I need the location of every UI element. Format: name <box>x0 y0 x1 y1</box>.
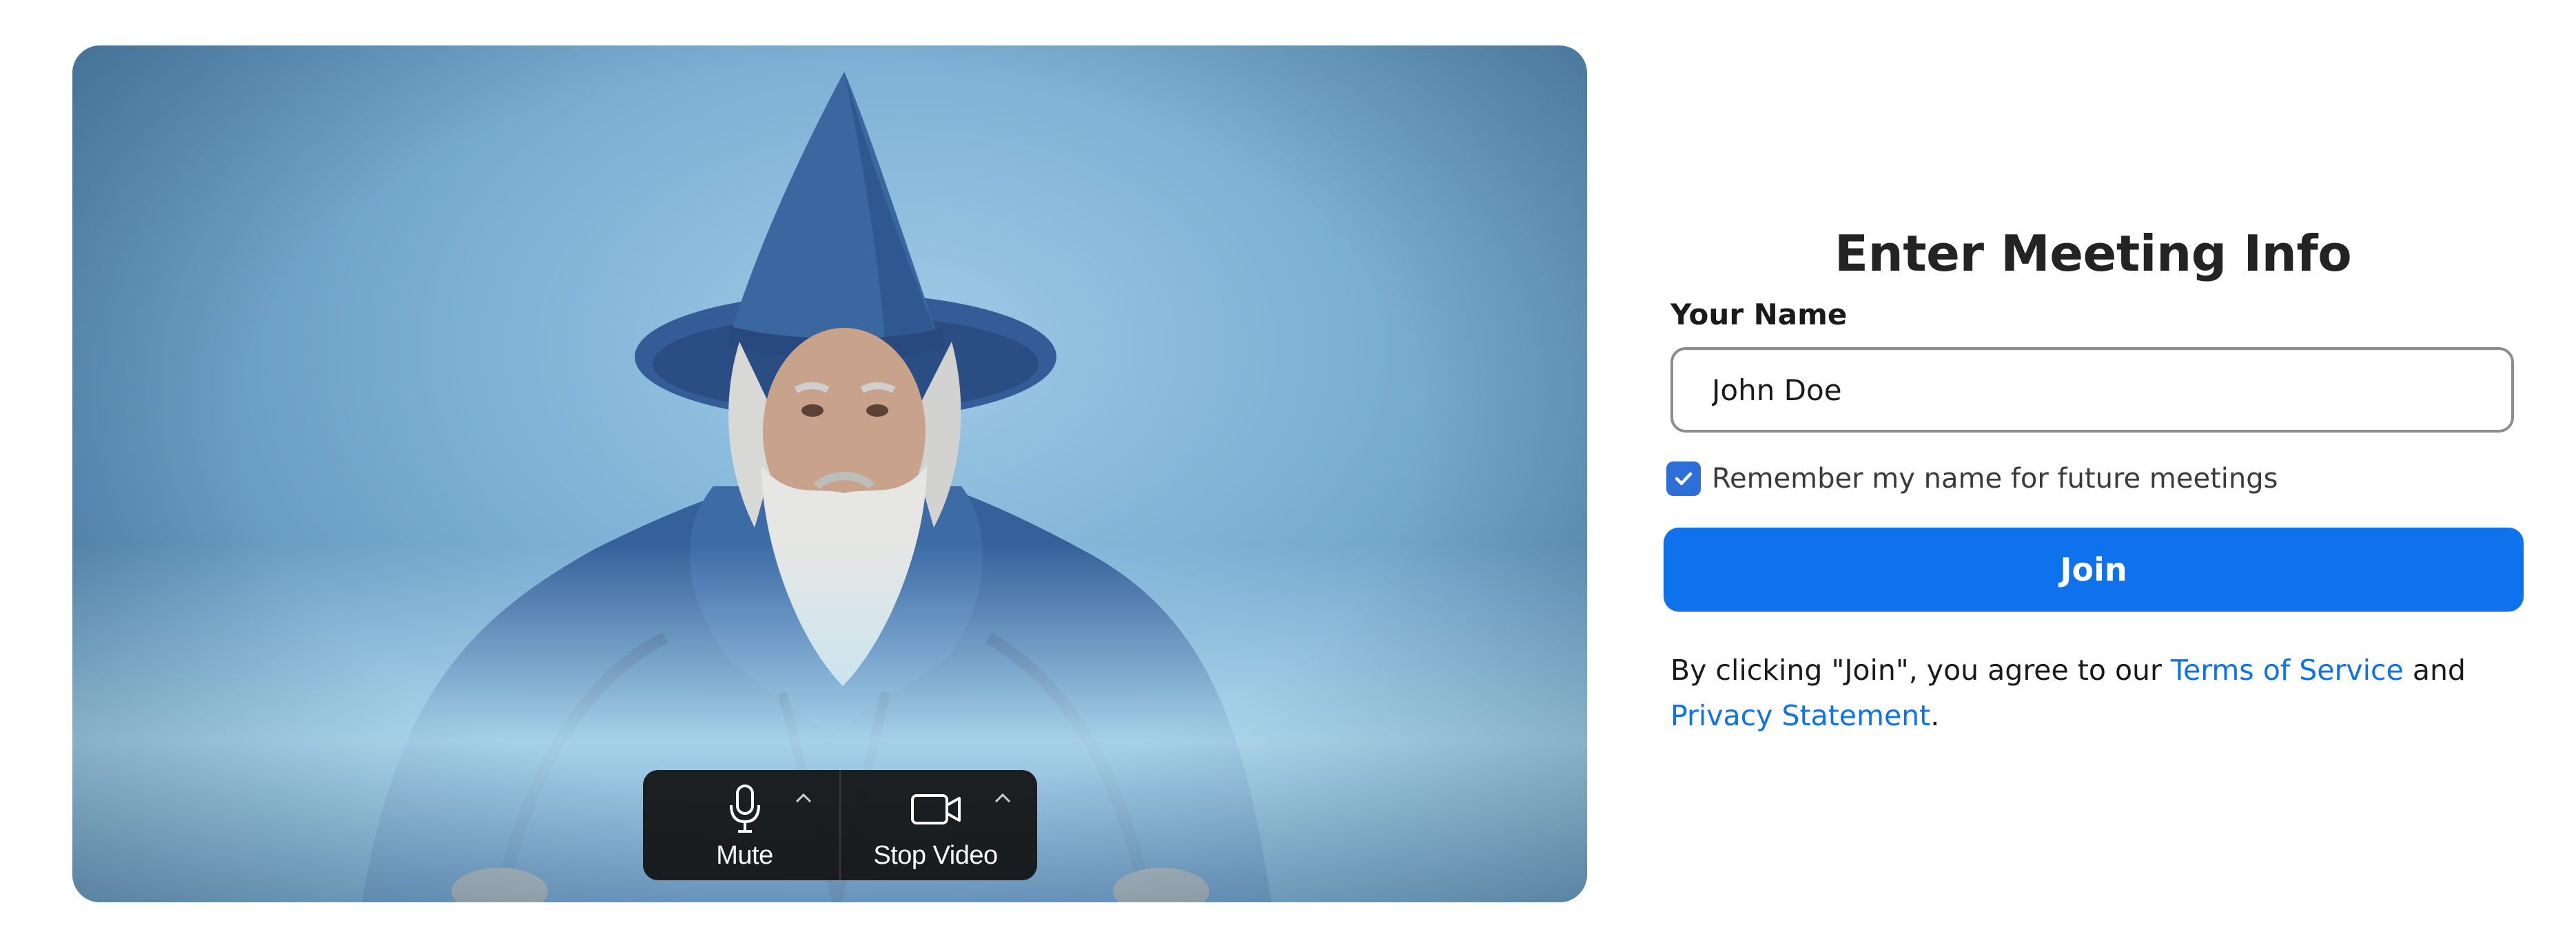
mute-label: Mute <box>716 841 773 870</box>
video-preview: Mute Stop Video <box>72 45 1587 902</box>
page-title: Enter Meeting Info <box>1834 225 2352 282</box>
remember-name-label: Remember my name for future meetings <box>1712 463 2278 495</box>
join-meeting-page: Mute Stop Video Enter Meeting Info Your … <box>0 0 2576 945</box>
video-camera-icon <box>910 794 961 824</box>
terms-notice: By clicking "Join", you agree to our Ter… <box>1670 647 2518 738</box>
video-control-bar: Mute Stop Video <box>643 770 1037 880</box>
terms-suffix: . <box>1930 699 1940 732</box>
stop-video-label: Stop Video <box>873 841 998 870</box>
terms-of-service-link[interactable]: Terms of Service <box>2171 654 2404 687</box>
join-button[interactable]: Join <box>1664 528 2524 612</box>
remember-name-checkbox-row[interactable]: Remember my name for future meetings <box>1666 461 2278 496</box>
meeting-info-form: Enter Meeting Info Your Name Remember my… <box>1662 0 2524 945</box>
checkmark-icon <box>1675 472 1693 486</box>
stop-video-button[interactable]: Stop Video <box>839 770 1030 880</box>
privacy-statement-link[interactable]: Privacy Statement <box>1670 699 1930 732</box>
name-input[interactable] <box>1670 347 2514 433</box>
mute-button[interactable]: Mute <box>650 770 839 880</box>
microphone-icon <box>729 785 760 833</box>
chevron-up-icon[interactable] <box>990 788 1015 809</box>
your-name-label: Your Name <box>1670 298 1848 331</box>
terms-middle: and <box>2403 654 2466 687</box>
terms-prefix: By clicking "Join", you agree to our <box>1670 654 2171 687</box>
chevron-up-icon[interactable] <box>791 788 816 809</box>
remember-name-checkbox[interactable] <box>1666 461 1701 496</box>
